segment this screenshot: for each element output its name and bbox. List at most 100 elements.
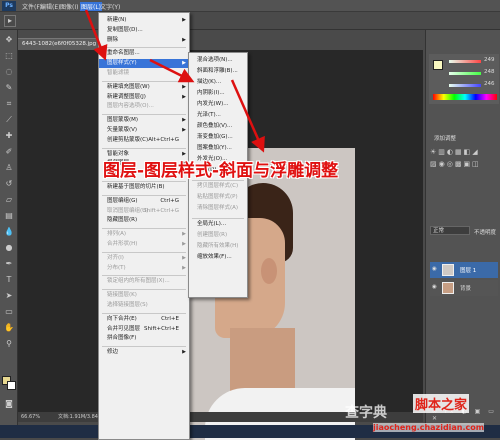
type-tool-icon[interactable]: T <box>3 274 15 286</box>
menu-item[interactable]: 光泽(T)... <box>189 111 247 120</box>
menu-item[interactable]: 斜面和浮雕(B)... <box>189 67 247 76</box>
menu-item[interactable]: 图层蒙版(M) ▶ <box>99 116 189 125</box>
eyedropper-tool-icon[interactable]: ⟋ <box>3 114 15 126</box>
lasso-tool-icon[interactable]: ◌ <box>3 66 15 78</box>
healing-tool-icon[interactable]: ✚ <box>3 130 15 142</box>
menu-item[interactable]: 图层编组(G) Ctrl+G <box>99 197 189 206</box>
menu-item[interactable]: 重命名图层... <box>99 49 189 58</box>
layer-name[interactable]: 背景 <box>460 284 471 292</box>
menu-item[interactable]: 新建基于图层的切片(B) <box>99 183 189 192</box>
menu-item[interactable]: 描边(K)... <box>189 78 247 87</box>
menu-item[interactable]: 复制图层(D)... <box>99 26 189 35</box>
menu-layer[interactable]: 图层(L) <box>80 2 103 11</box>
menu-item-label: 内发光(W)... <box>197 101 229 107</box>
menu-separator <box>102 181 186 182</box>
shape-tool-icon[interactable]: ▭ <box>3 306 15 318</box>
menu-item[interactable]: 合并可见图层 Shift+Ctrl+E <box>99 325 189 334</box>
quick-mask-icon[interactable]: ◙ <box>3 398 15 410</box>
menu-item-label: 图层蒙版(M) <box>107 117 139 124</box>
menu-item[interactable]: 颜色叠加(V)... <box>189 122 247 131</box>
menu-item[interactable]: 向下合并(E) Ctrl+E <box>99 315 189 324</box>
menu-item-label: 合并可见图层 <box>107 325 141 332</box>
menu-item-label: 内阴影(I)... <box>197 90 225 96</box>
menu-item-shortcut: Shift+Ctrl+G <box>143 207 179 214</box>
slider-r[interactable] <box>449 60 481 63</box>
blend-mode-select[interactable]: 正常 <box>430 226 470 235</box>
brush-tool-icon[interactable]: ✐ <box>3 146 15 158</box>
menu-item-label: 创建图层(R) <box>197 232 228 238</box>
menu-item[interactable]: 图案叠加(Y)... <box>189 144 247 153</box>
menu-item: 创建图层(R) <box>189 231 247 240</box>
pen-tool-icon[interactable]: ✒ <box>3 258 15 270</box>
menu-item[interactable]: 图层样式(Y) ▶ <box>99 59 189 69</box>
visibility-eye-icon[interactable]: ◉ <box>432 266 437 272</box>
menu-item: 锁定组内的所有图层(X)... <box>99 277 189 286</box>
color-value-g[interactable]: 248 <box>484 69 495 75</box>
slider-g[interactable] <box>449 72 481 75</box>
layer-thumbnail <box>442 282 454 294</box>
layer-name[interactable]: 图层 1 <box>460 266 476 274</box>
blur-tool-icon[interactable]: 💧 <box>3 226 15 238</box>
color-value-b[interactable]: 246 <box>484 81 495 87</box>
menu-item[interactable]: 混合选项(N)... <box>189 56 247 65</box>
gradient-tool-icon[interactable]: ▤ <box>3 210 15 222</box>
submenu-arrow-icon: ▶ <box>182 60 186 67</box>
menu-item[interactable]: 新建(N) ▶ <box>99 16 189 25</box>
tutorial-caption: 图层-图层样式-斜面与浮雕调整 <box>103 161 339 181</box>
slider-b[interactable] <box>449 84 481 87</box>
marquee-tool-icon[interactable]: ⬚ <box>3 50 15 62</box>
visibility-eye-icon[interactable]: ◉ <box>432 284 437 290</box>
menu-item-label: 新建(N) <box>107 17 127 23</box>
menu-item-label: 修边 <box>107 349 119 356</box>
menu-item[interactable]: 矢量蒙版(V) ▶ <box>99 126 189 135</box>
menu-item-label: 图层样式(Y) <box>107 60 137 67</box>
quick-select-tool-icon[interactable]: ✎ <box>3 82 15 94</box>
zoom-level[interactable]: 66.67% <box>21 412 40 422</box>
menu-item-shortcut: Ctrl+G <box>160 197 179 204</box>
menu-separator <box>102 312 186 314</box>
menu-separator <box>192 217 244 219</box>
color-value-r[interactable]: 249 <box>484 57 495 63</box>
menu-item[interactable]: 新建填充图层(W) ▶ <box>99 83 189 92</box>
eraser-tool-icon[interactable]: ▱ <box>3 194 15 206</box>
menu-item: 分布(T) ▶ <box>99 264 189 273</box>
menu-item[interactable]: 隐藏图层(R) <box>99 216 189 225</box>
menu-item[interactable]: 拼合图像(F) <box>99 334 189 343</box>
hand-tool-icon[interactable]: ✋ <box>3 322 15 334</box>
zoom-tool-icon[interactable]: ⚲ <box>3 338 15 350</box>
menu-separator <box>102 289 186 291</box>
menu-item[interactable]: 修边 ▶ <box>99 348 189 357</box>
menu-separator <box>102 114 186 116</box>
menu-item[interactable]: 缩放效果(F)... <box>189 253 247 262</box>
menu-item[interactable]: 新建调整图层(J) ▶ <box>99 93 189 102</box>
watermark-site1: 查字典 <box>345 405 387 421</box>
menu-item[interactable]: 全局光(L)... <box>189 220 247 229</box>
menu-item[interactable]: 创建剪贴蒙版(C) Alt+Ctrl+G <box>99 136 189 145</box>
menu-item: 选择链接图层(S) <box>99 301 189 310</box>
move-tool-icon[interactable]: ✥ <box>3 34 15 46</box>
dodge-tool-icon[interactable]: ● <box>3 242 15 254</box>
layer-row[interactable]: ◉ 图层 1 <box>430 262 498 278</box>
color-spectrum[interactable] <box>433 94 497 100</box>
stamp-tool-icon[interactable]: ♙ <box>3 162 15 174</box>
color-swatch-foreground[interactable] <box>433 60 443 70</box>
menu-separator <box>102 228 186 230</box>
crop-tool-icon[interactable]: ⌗ <box>3 98 15 110</box>
menu-item-label: 光泽(T)... <box>197 112 221 118</box>
menu-item: 清除图层样式(A) <box>189 204 247 213</box>
background-color-swatch[interactable] <box>7 381 16 390</box>
menu-image[interactable]: 图像(I) <box>60 2 78 11</box>
history-brush-tool-icon[interactable]: ↺ <box>3 178 15 190</box>
layer-row[interactable]: ◉ 背景 <box>430 280 498 296</box>
menu-separator <box>102 47 186 49</box>
menu-edit[interactable]: 编辑(E) <box>40 2 60 11</box>
menu-item[interactable]: 内发光(W)... <box>189 100 247 109</box>
menu-type[interactable]: 文字(Y) <box>100 2 120 11</box>
menu-item[interactable]: 内阴影(I)... <box>189 89 247 98</box>
tool-preset-icon[interactable]: ▸ <box>4 15 16 27</box>
path-select-tool-icon[interactable]: ➤ <box>3 290 15 302</box>
document-info: 文档:1.91M/3.84M <box>58 414 103 420</box>
menu-item[interactable]: 删除 ▶ <box>99 36 189 45</box>
menu-item-label: 锁定组内的所有图层(X)... <box>107 278 170 285</box>
menu-item[interactable]: 渐变叠加(G)... <box>189 133 247 142</box>
